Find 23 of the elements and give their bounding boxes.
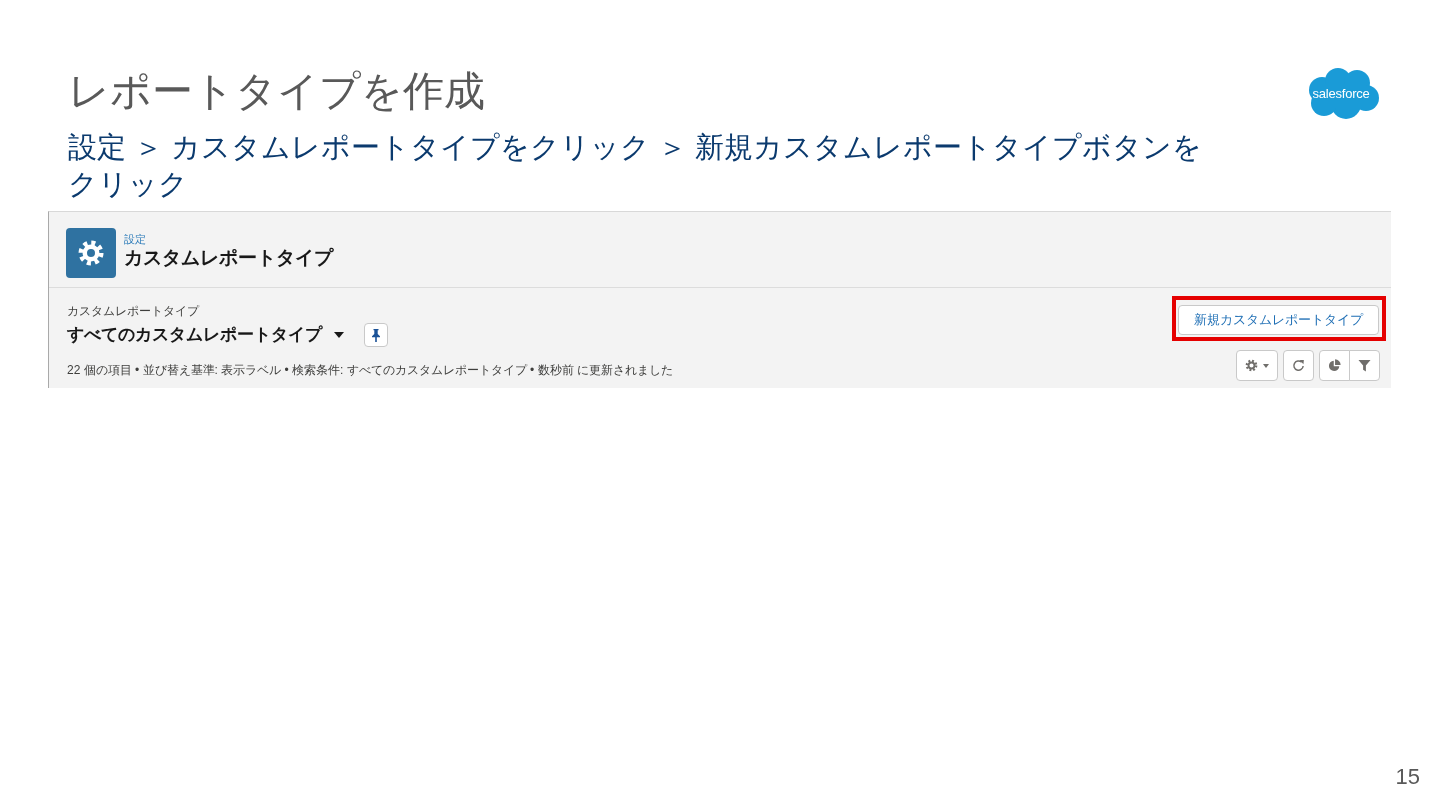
refresh-button[interactable] <box>1283 350 1314 381</box>
slide-title: レポートタイプを作成 <box>68 67 485 116</box>
list-view-dropdown[interactable]: すべてのカスタムレポートタイプ <box>67 323 344 347</box>
page-title: カスタムレポートタイプ <box>124 246 333 270</box>
caret-icon <box>334 332 344 338</box>
pin-icon <box>372 328 380 342</box>
list-status-text: 22 個の項目 • 並び替え基準: 表示ラベル • 検索条件: すべてのカスタムレポートタイプ • 数秒前 に更新されました <box>67 362 673 379</box>
gear-icon <box>1245 359 1258 372</box>
pie-chart-icon <box>1328 359 1341 372</box>
object-label: カスタムレポートタイプ <box>67 303 199 319</box>
cloud-logo: salesforce <box>1302 66 1380 120</box>
settings-dropdown-button[interactable] <box>1236 350 1278 381</box>
breadcrumb-link[interactable]: 設定 <box>124 232 146 246</box>
refresh-icon <box>1292 359 1305 372</box>
instruction-text: 設定 ＞ カスタムレポートタイプをクリック ＞ 新規カスタムレポートタイプボタンをクリック <box>68 130 1204 202</box>
chart-button[interactable] <box>1319 350 1350 381</box>
gear-icon <box>66 228 116 278</box>
filter-button[interactable] <box>1349 350 1380 381</box>
pin-button[interactable] <box>364 323 388 347</box>
page-number: 15 <box>1395 764 1421 791</box>
new-report-type-button[interactable]: 新規カスタムレポートタイプ <box>1178 305 1379 335</box>
filter-icon <box>1358 359 1371 372</box>
caret-icon <box>1263 363 1269 368</box>
